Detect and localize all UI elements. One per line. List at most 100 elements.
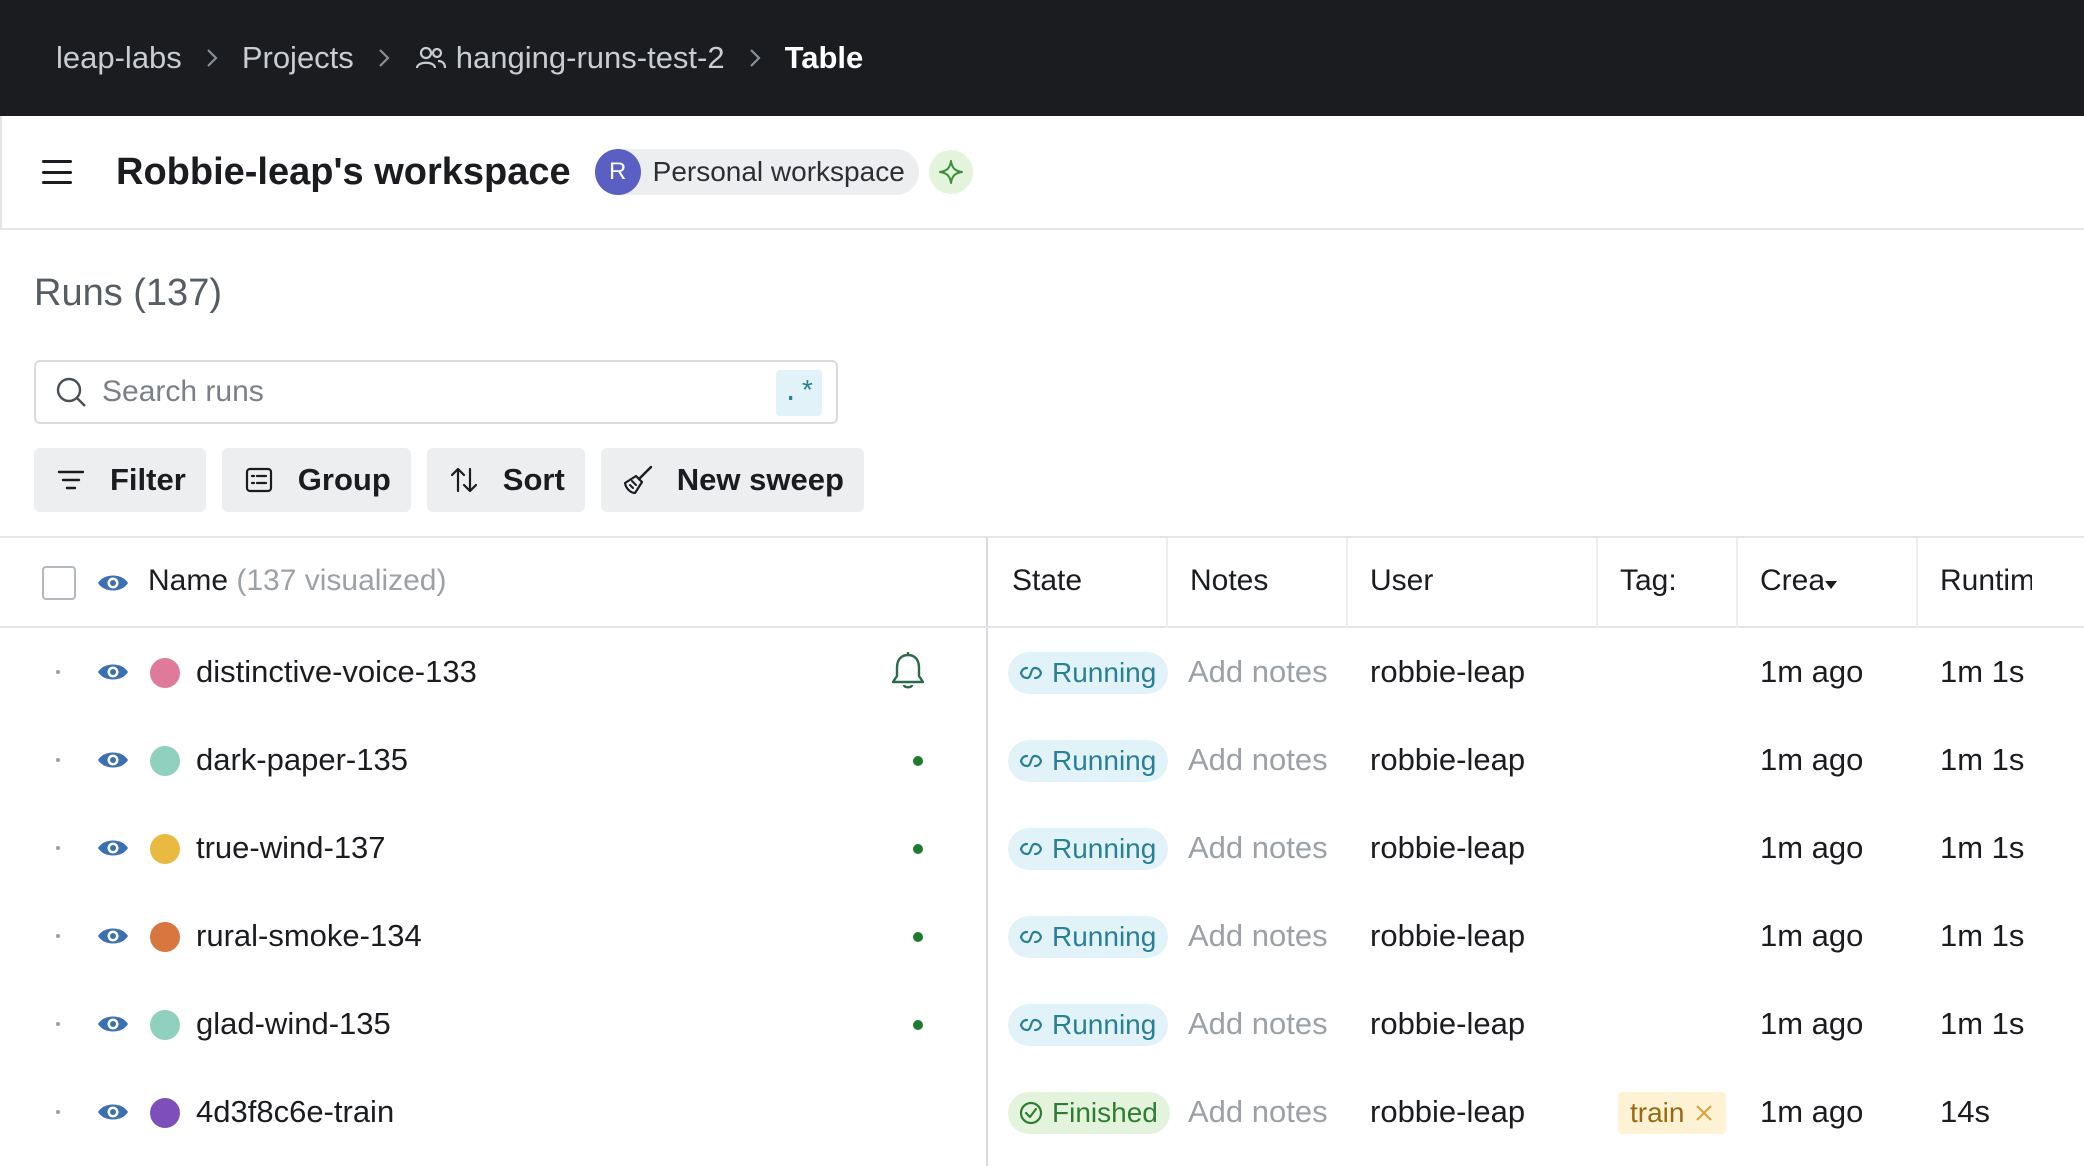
select-all-checkbox[interactable] xyxy=(42,566,76,600)
add-notes-field[interactable]: Add notes xyxy=(1188,830,1328,866)
visualized-count: (137 visualized) xyxy=(236,564,447,597)
column-resize-handle[interactable] xyxy=(1346,538,1348,628)
row-drag-handle[interactable] xyxy=(56,934,60,938)
row-drag-handle[interactable] xyxy=(56,846,60,850)
state-badge: Running xyxy=(1008,828,1169,870)
user-cell: robbie-leap xyxy=(1370,654,1526,689)
column-header-created[interactable]: Crea xyxy=(1760,564,1824,598)
top-nav-bar: leap-labs Projects hanging-runs-test-2 T… xyxy=(0,0,2084,116)
eye-icon[interactable] xyxy=(96,1100,130,1124)
run-color-swatch[interactable] xyxy=(150,1010,180,1040)
add-notes-field[interactable]: Add notes xyxy=(1188,654,1328,690)
state-label: Running xyxy=(1052,921,1157,952)
search-box: .* xyxy=(34,360,838,424)
sort-button[interactable]: Sort xyxy=(426,448,585,512)
eye-icon[interactable] xyxy=(96,1012,130,1036)
eye-icon[interactable] xyxy=(96,924,130,948)
check-circle-icon xyxy=(1018,1100,1044,1126)
sparkle-icon[interactable] xyxy=(928,150,973,194)
breadcrumb-project-label[interactable]: hanging-runs-test-2 xyxy=(456,40,725,76)
column-header-user[interactable]: User xyxy=(1370,564,1590,598)
runs-toolbar: Filter Group Sort New sweep xyxy=(34,448,864,512)
state-badge: Running xyxy=(1008,652,1169,694)
run-name-link[interactable]: dark-paper-135 xyxy=(196,742,408,778)
table-row[interactable]: true-wind-137 Running Add notes robbie-leap… xyxy=(0,804,2084,892)
bell-alert-icon[interactable] xyxy=(888,650,928,692)
run-color-swatch[interactable] xyxy=(150,834,180,864)
run-color-swatch[interactable] xyxy=(150,658,180,688)
state-label: Running xyxy=(1052,833,1157,864)
run-name-link[interactable]: distinctive-voice-133 xyxy=(196,654,477,690)
workspace-chip[interactable]: R Personal workspace xyxy=(594,149,919,195)
add-notes-field[interactable]: Add notes xyxy=(1188,1094,1328,1130)
runtime-cell: 1m 1s xyxy=(1940,742,2025,777)
table-row[interactable]: rural-smoke-134 Running Add notes robbie-le… xyxy=(0,892,2084,980)
avatar: R xyxy=(594,149,641,195)
column-resize-handle[interactable] xyxy=(1736,538,1738,628)
runs-title: Runs (137) xyxy=(34,272,222,314)
row-drag-handle[interactable] xyxy=(56,758,60,762)
breadcrumb-entity[interactable]: leap-labs xyxy=(56,40,182,76)
column-header-runtime[interactable]: Runtim xyxy=(1940,564,2032,598)
add-notes-field[interactable]: Add notes xyxy=(1188,742,1328,778)
filter-button[interactable]: Filter xyxy=(34,448,206,512)
regex-toggle-button[interactable]: .* xyxy=(776,370,822,416)
run-name-link[interactable]: rural-smoke-134 xyxy=(196,918,422,954)
group-button[interactable]: Group xyxy=(221,448,411,512)
close-icon[interactable] xyxy=(1694,1103,1714,1123)
filter-icon xyxy=(54,463,88,497)
live-status-dot xyxy=(913,756,923,766)
run-color-swatch[interactable] xyxy=(150,1098,180,1128)
run-color-swatch[interactable] xyxy=(150,922,180,952)
breadcrumb-current-label: Table xyxy=(784,40,864,75)
table-row[interactable]: distinctive-voice-133 Running Add notes rob… xyxy=(0,628,2084,716)
breadcrumb-projects[interactable]: Projects xyxy=(242,40,354,76)
add-notes-field[interactable]: Add notes xyxy=(1188,918,1328,954)
eye-icon[interactable] xyxy=(96,748,130,772)
state-badge: Running xyxy=(1008,1004,1169,1046)
chevron-right-icon xyxy=(747,47,763,69)
column-resize-handle[interactable] xyxy=(1916,538,1918,628)
run-name-link[interactable]: glad-wind-135 xyxy=(196,1006,391,1042)
state-label: Finished xyxy=(1052,1097,1158,1128)
column-header-state[interactable]: State xyxy=(1012,564,1162,598)
user-cell: robbie-leap xyxy=(1370,1094,1526,1129)
eye-icon[interactable] xyxy=(96,836,130,860)
group-button-label: Group xyxy=(297,462,391,497)
new-sweep-button[interactable]: New sweep xyxy=(600,448,864,512)
breadcrumb-project[interactable]: hanging-runs-test-2 xyxy=(414,40,725,76)
run-name-link[interactable]: true-wind-137 xyxy=(196,830,386,866)
caret-down-icon[interactable] xyxy=(1824,580,1838,590)
row-drag-handle[interactable] xyxy=(56,1110,60,1114)
user-cell: robbie-leap xyxy=(1370,918,1526,953)
table-row[interactable]: dark-paper-135 Running Add notes robbie-lea… xyxy=(0,716,2084,804)
run-name-link[interactable]: 4d3f8c6e-train xyxy=(196,1094,394,1130)
column-header-tags[interactable]: Tag: xyxy=(1620,564,1676,598)
eye-icon[interactable] xyxy=(96,660,130,684)
run-color-swatch[interactable] xyxy=(150,746,180,776)
filter-button-label: Filter xyxy=(110,462,186,497)
menu-icon[interactable] xyxy=(42,160,72,184)
row-drag-handle[interactable] xyxy=(56,670,60,674)
workspace-title: Robbie-leap's workspace xyxy=(116,150,571,193)
column-header-name[interactable]: Name (137 visualized) xyxy=(148,564,446,598)
row-drag-handle[interactable] xyxy=(56,1022,60,1026)
tag-label: train xyxy=(1630,1097,1685,1128)
tag-chip[interactable]: train xyxy=(1618,1092,1727,1134)
breadcrumb-projects-label[interactable]: Projects xyxy=(242,40,354,76)
running-icon xyxy=(1018,748,1044,774)
user-cell: robbie-leap xyxy=(1370,830,1526,865)
running-icon xyxy=(1018,836,1044,862)
user-cell: robbie-leap xyxy=(1370,742,1526,777)
breadcrumb-entity-label[interactable]: leap-labs xyxy=(56,40,182,76)
eye-icon[interactable] xyxy=(96,571,130,595)
runtime-cell: 1m 1s xyxy=(1940,830,2025,865)
search-input[interactable] xyxy=(102,375,742,409)
table-row[interactable]: 4d3f8c6e-train Finished Add notes robbie-le… xyxy=(0,1068,2084,1156)
column-resize-handle[interactable] xyxy=(1596,538,1598,628)
column-resize-handle[interactable] xyxy=(1166,538,1168,628)
column-header-notes[interactable]: Notes xyxy=(1190,564,1340,598)
created-cell: 1m ago xyxy=(1760,1006,1864,1041)
table-row[interactable]: glad-wind-135 Running Add notes robbie-leap… xyxy=(0,980,2084,1068)
add-notes-field[interactable]: Add notes xyxy=(1188,1006,1328,1042)
